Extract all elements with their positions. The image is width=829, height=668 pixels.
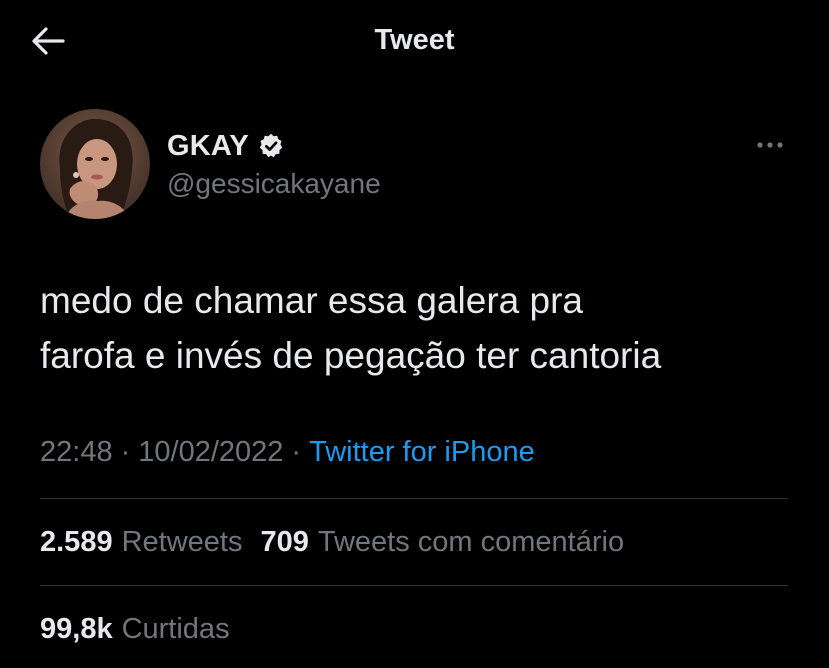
tweet-date[interactable]: 10/02/2022 (138, 436, 283, 469)
top-bar: Tweet (0, 0, 829, 82)
meta-separator: · (120, 435, 131, 468)
likes-stats-row: 99,8k Curtidas (40, 609, 230, 649)
more-options-button[interactable] (750, 132, 790, 158)
author-handle[interactable]: @gessicakayane (167, 168, 381, 200)
divider (40, 498, 788, 499)
likes-label: Curtidas (121, 612, 230, 645)
author-name-row[interactable]: GKAY (167, 127, 285, 165)
likes-stat[interactable]: 99,8k Curtidas (40, 613, 230, 646)
tweet-meta: 22:48 · 10/02/2022 · Twitter for iPhone (40, 432, 535, 472)
quote-tweets-label: Tweets com comentário (317, 525, 625, 558)
author-name: GKAY (167, 129, 249, 162)
quote-tweets-count: 709 (260, 525, 309, 558)
meta-separator: · (291, 435, 302, 468)
page-title: Tweet (374, 24, 455, 56)
tweet-text: medo de chamar essa galera pra farofa e … (40, 280, 662, 376)
retweets-stat[interactable]: 2.589 Retweets (40, 526, 242, 559)
avatar[interactable] (40, 109, 150, 219)
tweet-detail-page: Tweet GKAY @gessicakayane medo de chamar… (0, 0, 829, 668)
profile-photo (40, 109, 150, 219)
retweet-stats-row: 2.589 Retweets 709 Tweets com comentário (40, 522, 624, 562)
likes-count: 99,8k (40, 612, 113, 645)
divider (40, 585, 788, 586)
quote-tweets-stat[interactable]: 709 Tweets com comentário (260, 526, 624, 559)
more-options-icon (757, 142, 783, 148)
retweets-label: Retweets (121, 525, 243, 558)
tweet-source-link[interactable]: Twitter for iPhone (309, 436, 535, 469)
verified-badge-icon (259, 133, 283, 158)
tweet-time[interactable]: 22:48 (40, 436, 113, 469)
retweets-count: 2.589 (40, 525, 113, 558)
